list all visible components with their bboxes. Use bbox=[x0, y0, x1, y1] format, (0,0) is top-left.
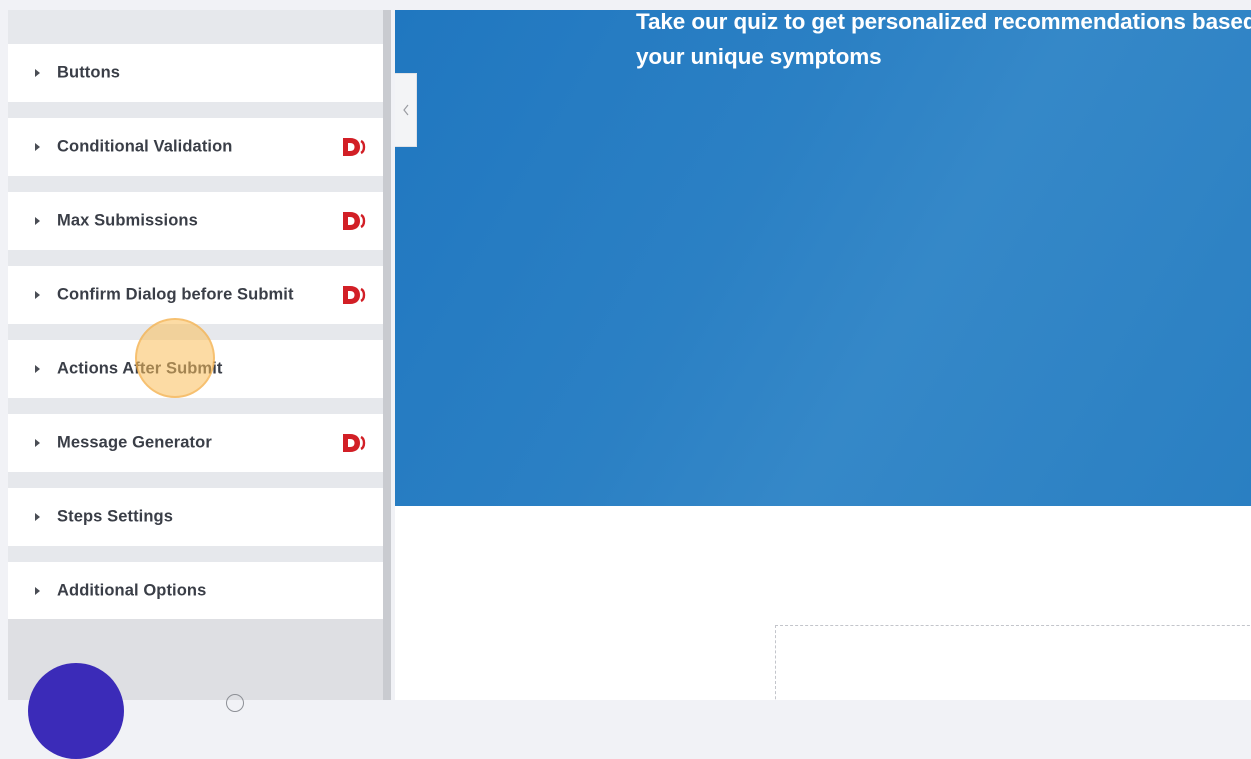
section-label: Steps Settings bbox=[57, 507, 174, 526]
section-label: Buttons bbox=[57, 63, 121, 82]
editor-window: Buttons Conditional Validation Max Submi… bbox=[0, 0, 1251, 759]
section-label: Actions After Submit bbox=[57, 359, 223, 378]
section-max-submissions[interactable]: Max Submissions bbox=[8, 192, 383, 250]
dynamic-pro-badge-icon bbox=[343, 286, 366, 304]
chevron-left-icon bbox=[402, 104, 408, 116]
dynamic-pro-badge-icon bbox=[343, 434, 366, 452]
caret-right-icon bbox=[35, 69, 40, 77]
collapse-sidebar-button[interactable] bbox=[395, 73, 417, 147]
section-label: Confirm Dialog before Submit bbox=[57, 285, 294, 304]
section-actions-after-submit[interactable]: Actions After Submit bbox=[8, 340, 383, 398]
caret-right-icon bbox=[35, 217, 40, 225]
avatar[interactable] bbox=[28, 663, 124, 759]
help-icon[interactable] bbox=[226, 694, 244, 712]
caret-right-icon bbox=[35, 365, 40, 373]
settings-sidebar: Buttons Conditional Validation Max Submi… bbox=[8, 10, 383, 700]
caret-right-icon bbox=[35, 587, 40, 595]
section-label: Conditional Validation bbox=[57, 137, 233, 156]
section-additional-options[interactable]: Additional Options bbox=[8, 562, 383, 620]
dynamic-pro-badge-icon bbox=[343, 212, 366, 230]
preview-canvas: Take our quiz to get personalized recomm… bbox=[395, 10, 1251, 700]
section-message-generator[interactable]: Message Generator bbox=[8, 414, 383, 472]
section-steps-settings[interactable]: Steps Settings bbox=[8, 488, 383, 546]
hero-section[interactable]: Take our quiz to get personalized recomm… bbox=[395, 10, 1251, 506]
section-label: Additional Options bbox=[57, 581, 207, 600]
caret-right-icon bbox=[35, 513, 40, 521]
section-label: Message Generator bbox=[57, 433, 212, 452]
section-confirm-dialog[interactable]: Confirm Dialog before Submit bbox=[8, 266, 383, 324]
section-conditional-validation[interactable]: Conditional Validation bbox=[8, 118, 383, 176]
sidebar-resize-handle[interactable] bbox=[383, 10, 391, 700]
section-buttons[interactable]: Buttons bbox=[8, 44, 383, 102]
hero-text: Take our quiz to get personalized recomm… bbox=[636, 10, 1251, 69]
caret-right-icon bbox=[35, 291, 40, 299]
dynamic-pro-badge-icon bbox=[343, 138, 366, 156]
section-label: Max Submissions bbox=[57, 211, 198, 230]
empty-drop-zone[interactable] bbox=[775, 625, 1251, 700]
caret-right-icon bbox=[35, 143, 40, 151]
caret-right-icon bbox=[35, 439, 40, 447]
